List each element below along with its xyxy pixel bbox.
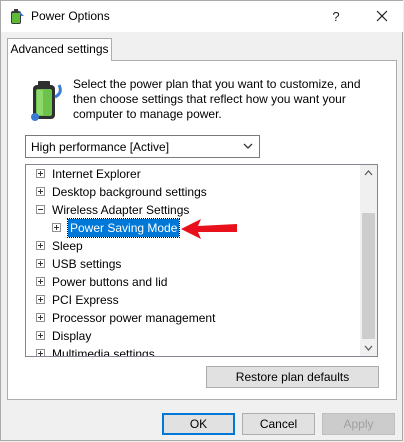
tree-item-label: Sleep xyxy=(52,239,83,253)
tree-item-label: Processor power management xyxy=(52,311,216,325)
power-plan-selected-value: High performance [Active] xyxy=(31,140,170,154)
expand-plus-icon[interactable] xyxy=(36,259,45,268)
title-bar: Power Options ? xyxy=(1,1,403,32)
tab-advanced-settings[interactable]: Advanced settings xyxy=(7,38,112,61)
tree-item-label: PCI Express xyxy=(52,293,119,307)
cancel-button[interactable]: Cancel xyxy=(242,413,315,435)
expand-plus-icon[interactable] xyxy=(36,295,45,304)
close-icon xyxy=(376,10,388,22)
tree-item-label: Desktop background settings xyxy=(52,185,207,199)
ok-button[interactable]: OK xyxy=(162,413,235,435)
tree-item-label: Internet Explorer xyxy=(52,167,141,181)
tree-item-label: Wireless Adapter Settings xyxy=(52,203,190,217)
power-options-app-icon xyxy=(11,9,24,24)
plan-description: Select the power plan that you want to c… xyxy=(73,77,373,122)
description-line: then choose settings that reflect how yo… xyxy=(73,92,346,106)
description-line: computer to manage power. xyxy=(73,107,222,121)
close-button[interactable] xyxy=(363,1,401,32)
chevron-down-icon xyxy=(243,143,253,149)
battery-plan-icon xyxy=(31,81,62,121)
window-title: Power Options xyxy=(31,9,110,23)
expand-plus-icon[interactable] xyxy=(36,331,45,340)
power-options-dialog: Power Options ? Advanced settings Select… xyxy=(0,0,403,441)
scrollbar-thumb[interactable] xyxy=(362,213,375,339)
expand-plus-icon[interactable] xyxy=(36,277,45,286)
power-plan-dropdown[interactable]: High performance [Active] xyxy=(25,135,260,158)
tree-item-label: USB settings xyxy=(52,257,122,271)
vertical-scrollbar[interactable] xyxy=(360,165,377,356)
scroll-down-icon[interactable] xyxy=(360,339,377,356)
expand-plus-icon[interactable] xyxy=(36,169,45,178)
expand-plus-icon[interactable] xyxy=(36,313,45,322)
expand-plus-icon[interactable] xyxy=(36,241,45,250)
collapse-minus-icon[interactable] xyxy=(36,205,45,214)
expand-plus-icon[interactable] xyxy=(36,349,45,356)
apply-button: Apply xyxy=(322,413,395,435)
settings-tree[interactable]: Internet Explorer Desktop background sett… xyxy=(25,164,378,357)
tree-item-label: Display xyxy=(52,329,92,343)
expand-plus-icon[interactable] xyxy=(52,223,61,232)
scroll-up-icon[interactable] xyxy=(360,165,377,182)
help-button[interactable]: ? xyxy=(318,1,354,32)
red-arrow-annotation-icon xyxy=(181,219,237,239)
restore-plan-defaults-button[interactable]: Restore plan defaults xyxy=(206,366,379,388)
tree-item-label: Multimedia settings xyxy=(52,347,155,357)
tree-item-label: Power Saving Mode xyxy=(66,218,181,238)
description-line: Select the power plan that you want to c… xyxy=(73,77,361,91)
expand-plus-icon[interactable] xyxy=(36,187,45,196)
tree-item-label: Power buttons and lid xyxy=(52,275,168,289)
